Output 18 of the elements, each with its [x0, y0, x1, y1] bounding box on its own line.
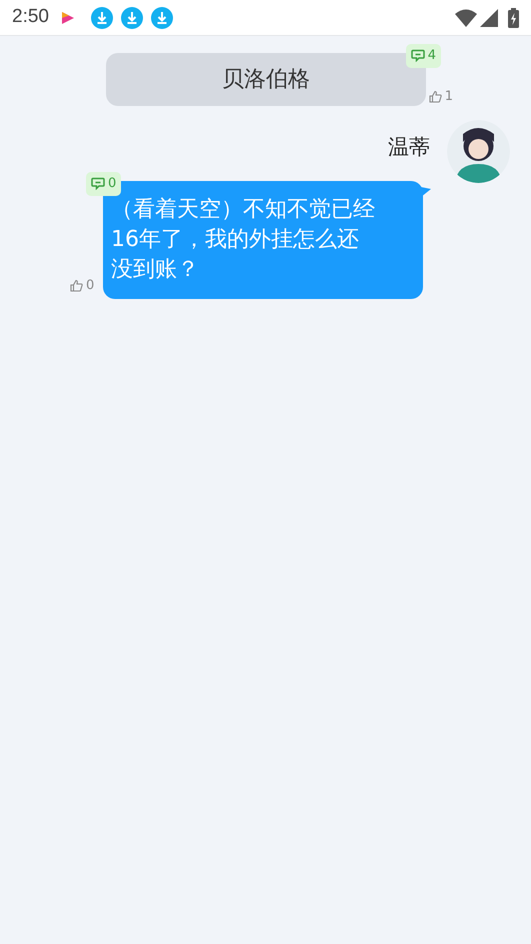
status-time: 2:50	[12, 5, 49, 30]
like-count[interactable]: 1	[428, 87, 453, 106]
wifi-icon	[455, 8, 477, 26]
speaker-name: 温蒂	[388, 134, 430, 161]
download-icon	[90, 6, 113, 28]
play-icon	[60, 10, 75, 24]
download-icon	[120, 6, 143, 28]
battery-icon	[508, 8, 519, 28]
thumbs-up-icon	[428, 90, 442, 104]
narration-bubble: 贝洛伯格	[106, 53, 426, 106]
comment-count[interactable]: 0	[86, 172, 122, 196]
thumbs-up-icon	[70, 279, 83, 292]
comment-icon	[91, 177, 105, 190]
like-count[interactable]: 0	[70, 276, 94, 296]
comment-count[interactable]: 4	[406, 44, 441, 68]
download-icon	[150, 6, 173, 28]
comment-icon	[410, 49, 425, 62]
signal-icon	[480, 8, 498, 26]
